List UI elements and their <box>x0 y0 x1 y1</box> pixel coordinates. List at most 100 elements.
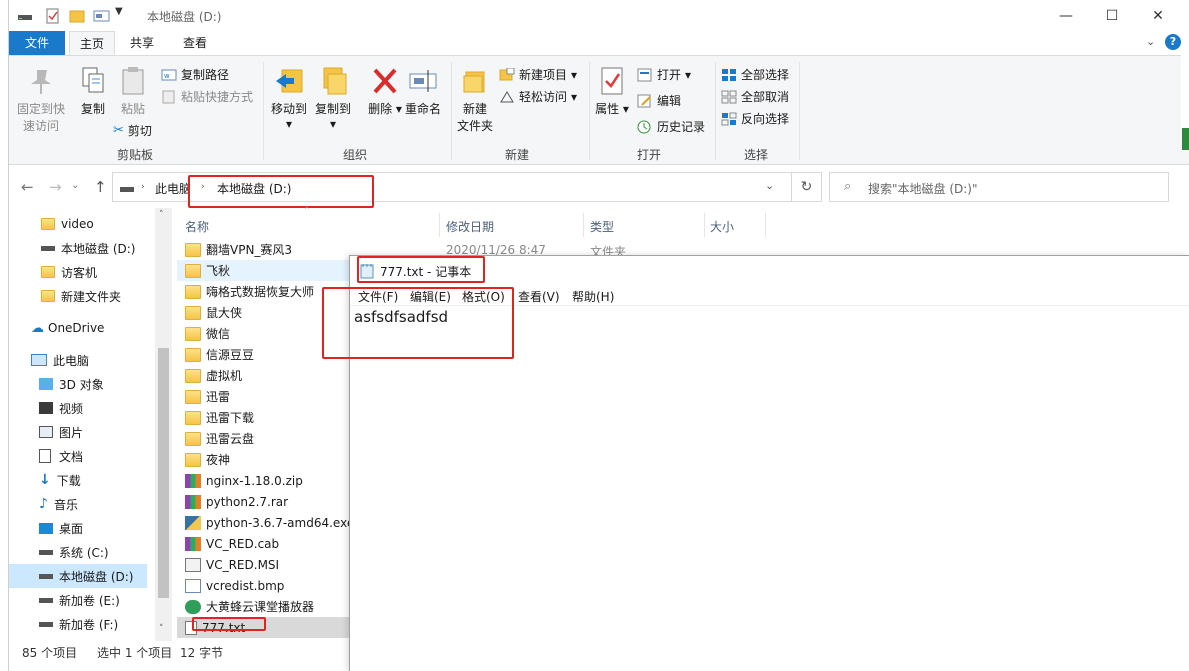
selected-size: 12 字节 <box>180 646 224 660</box>
properties-icon[interactable] <box>45 7 61 25</box>
rename-icon[interactable] <box>93 7 111 25</box>
select-none-button[interactable]: 全部取消 <box>721 88 789 105</box>
copy-path-button[interactable]: w 复制路径 <box>161 66 229 83</box>
select-none-icon <box>721 90 737 103</box>
copy-button[interactable]: 复制 <box>73 66 113 117</box>
column-size[interactable]: 大小 <box>710 218 734 235</box>
sidebar-item-drive-e[interactable]: 新加卷 (E:) <box>9 588 149 612</box>
select-all-button[interactable]: 全部选择 <box>721 66 789 83</box>
history-button[interactable]: 历史记录 <box>637 118 705 135</box>
easy-access-button[interactable]: 轻松访问 ▾ <box>499 88 577 105</box>
address-dropdown-icon[interactable]: ⌄ <box>765 179 774 192</box>
search-icon: ⌕ <box>844 179 852 194</box>
zip-archive-icon <box>185 473 201 488</box>
open-icon <box>637 68 652 81</box>
forward-icon[interactable]: → <box>49 178 62 196</box>
list-item[interactable]: VC_RED.cab <box>177 533 349 554</box>
sidebar-item-desktop[interactable]: 桌面 <box>9 516 149 540</box>
delete-button[interactable]: 删除 ▾ <box>365 66 405 117</box>
sidebar-item-onedrive[interactable]: ☁ OneDrive <box>9 316 149 340</box>
sidebar-item-pictures[interactable]: 图片 <box>9 420 149 444</box>
breadcrumb-this-pc[interactable]: 此电脑 <box>155 180 191 197</box>
list-item[interactable]: 飞秋 <box>177 260 349 281</box>
expand-ribbon-icon[interactable]: ⌄ <box>1146 35 1155 48</box>
list-item[interactable]: vcredist.bmp <box>177 575 349 596</box>
rename-icon <box>409 70 437 92</box>
list-item[interactable]: VC_RED.MSI <box>177 554 349 575</box>
list-item[interactable]: python-3.6.7-amd64.exe <box>177 512 354 533</box>
copy-to-button[interactable]: 复制到 ▾ <box>311 66 355 131</box>
scroll-down-icon[interactable]: ˅ <box>159 624 164 634</box>
sidebar-item-new-folder[interactable]: 新建文件夹 <box>9 284 149 308</box>
column-type[interactable]: 类型 <box>590 218 614 235</box>
up-icon[interactable]: ↑ <box>94 178 107 196</box>
list-item[interactable]: nginx-1.18.0.zip <box>177 470 349 491</box>
list-item[interactable]: 虚拟机 <box>177 365 349 386</box>
new-folder-icon[interactable] <box>69 7 85 25</box>
column-separator <box>704 213 705 237</box>
rename-button[interactable]: 重命名 <box>401 66 445 117</box>
column-date[interactable]: 修改日期 <box>446 218 494 235</box>
tab-view[interactable]: 查看 <box>173 31 217 55</box>
scrollbar-thumb[interactable] <box>158 348 169 598</box>
sidebar-item-downloads[interactable]: ↓ 下载 <box>9 468 149 492</box>
customize-qat-icon[interactable]: ▼ <box>115 6 123 24</box>
list-item[interactable]: 迅雷云盘 <box>177 428 349 449</box>
list-item[interactable]: python2.7.rar <box>177 491 349 512</box>
scroll-up-icon[interactable]: ˄ <box>159 210 164 220</box>
recent-locations-icon[interactable]: ⌄ <box>71 180 79 191</box>
open-button[interactable]: 打开 ▾ <box>637 66 691 83</box>
sidebar-item-documents[interactable]: 文档 <box>9 444 149 468</box>
group-label-new: 新建 <box>505 148 530 162</box>
sidebar-item-music[interactable]: ♪ 音乐 <box>9 492 149 516</box>
folder-icon <box>41 290 55 302</box>
search-input[interactable]: ⌕ 搜索"本地磁盘 (D:)" <box>829 172 1169 202</box>
new-folder-button[interactable]: 新建 文件夹 <box>455 66 495 134</box>
sidebar-item-drive-f[interactable]: 新加卷 (F:) <box>9 612 149 636</box>
help-icon[interactable]: ? <box>1165 34 1181 50</box>
menu-help[interactable]: 帮助(H) <box>572 288 614 305</box>
msi-icon <box>185 557 201 572</box>
column-name[interactable]: 名称 <box>185 218 209 235</box>
sidebar-item-drive-d-quick[interactable]: 本地磁盘 (D:) <box>9 236 149 260</box>
paste-button[interactable]: 粘贴 <box>113 66 153 117</box>
drive-icon <box>39 549 53 555</box>
sidebar-item-3d-objects[interactable]: 3D 对象 <box>9 372 149 396</box>
sidebar-item-this-pc[interactable]: 此电脑 <box>9 348 149 372</box>
tab-home[interactable]: 主页 <box>69 31 116 55</box>
tab-share[interactable]: 共享 <box>120 31 164 55</box>
paste-shortcut-icon <box>162 90 175 103</box>
minimize-button[interactable]: — <box>1043 0 1089 31</box>
new-item-button[interactable]: 新建项目 ▾ <box>499 66 577 83</box>
list-item[interactable]: 夜神 <box>177 449 349 470</box>
close-button[interactable]: ✕ <box>1135 0 1181 31</box>
sidebar-scrollbar[interactable]: ˄ ˅ <box>155 208 172 641</box>
list-item[interactable]: 翻墙VPN_赛风3 <box>177 239 349 260</box>
sidebar-item-drive-d[interactable]: 本地磁盘 (D:) <box>9 564 147 588</box>
list-item[interactable]: 大黄蜂云课堂播放器 <box>177 596 349 617</box>
maximize-button[interactable]: ☐ <box>1089 0 1135 31</box>
move-to-button[interactable]: 移动到 ▾ <box>267 66 311 131</box>
pin-quick-access-button[interactable]: 固定到快 速访问 <box>15 66 67 134</box>
list-item[interactable]: 迅雷下载 <box>177 407 349 428</box>
breadcrumb-chevron-icon: › <box>141 182 145 192</box>
back-icon[interactable]: ← <box>21 178 34 196</box>
paste-shortcut-button[interactable]: 粘贴快捷方式 <box>161 88 253 105</box>
invert-selection-button[interactable]: 反向选择 <box>721 110 789 127</box>
sidebar-item-video[interactable]: video <box>9 212 149 236</box>
tab-file[interactable]: 文件 <box>9 31 65 55</box>
copy-path-icon: w <box>161 69 177 80</box>
menu-view[interactable]: 查看(V) <box>518 288 560 305</box>
folder-icon <box>185 431 201 446</box>
ribbon-separator <box>715 62 716 160</box>
group-label-organize: 组织 <box>343 148 368 162</box>
ribbon-separator <box>263 62 264 160</box>
properties-button[interactable]: 属性 ▾ <box>593 66 631 117</box>
sidebar-item-drive-c[interactable]: 系统 (C:) <box>9 540 149 564</box>
sidebar-item-videos[interactable]: 视频 <box>9 396 149 420</box>
edit-button[interactable]: 编辑 <box>637 92 681 109</box>
cut-button[interactable]: ✂ 剪切 <box>113 122 152 139</box>
refresh-button[interactable]: ↻ <box>792 172 822 202</box>
sidebar-item-guest[interactable]: 访客机 <box>9 260 149 284</box>
list-item[interactable]: 迅雷 <box>177 386 349 407</box>
